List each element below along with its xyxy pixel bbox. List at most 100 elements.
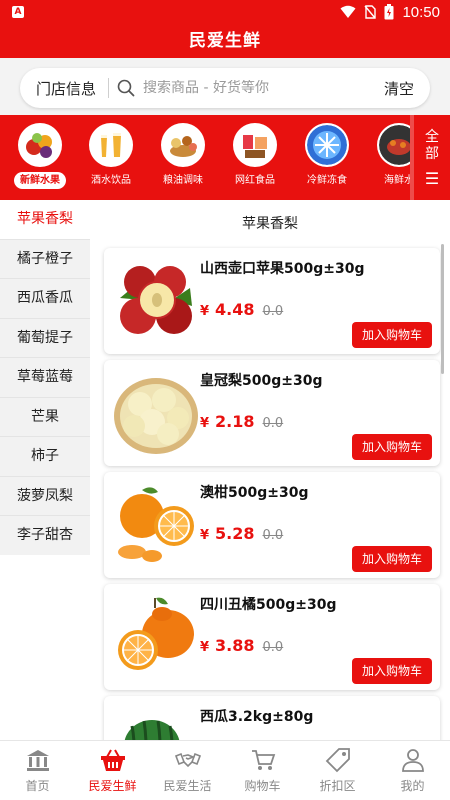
category-fresh-fruit[interactable]: 新鲜水果 <box>5 123 75 195</box>
product-name: 皇冠梨500g±30g <box>200 373 323 389</box>
currency-symbol: ¥ <box>200 416 210 431</box>
category-frozen[interactable]: 冷鲜冻食 <box>292 123 362 195</box>
category-bar: 新鲜水果 酒水饮品 粮油调味 网红食品 冷鲜冻食 海鲜水 全部 ☰ <box>0 115 450 200</box>
page-title: 民爱生鲜 <box>0 24 450 58</box>
product-name: 山西壶口苹果500g±30g <box>200 261 365 277</box>
product-price: ¥5.28 0.0 <box>200 524 283 543</box>
tag-icon <box>325 748 350 773</box>
status-icons: 10:50 <box>340 3 440 21</box>
status-time: 10:50 <box>402 3 440 21</box>
price-value: 2.18 <box>215 412 255 431</box>
category-label: 网红食品 <box>235 175 275 186</box>
product-card[interactable]: 四川丑橘500g±30g ¥3.88 0.0 加入购物车 <box>104 584 440 690</box>
app-notification-icon: A <box>12 6 24 18</box>
add-to-cart-button[interactable]: 加入购物车 <box>352 434 432 460</box>
store-info-button[interactable]: 门店信息 <box>20 78 108 99</box>
product-name: 四川丑橘500g±30g <box>200 597 337 613</box>
price-value: 4.48 <box>215 300 255 319</box>
sidebar-item-plum-apricot[interactable]: 李子甜杏 <box>0 516 90 556</box>
sidebar-item-grape[interactable]: 葡萄提子 <box>0 318 90 358</box>
product-card[interactable]: 皇冠梨500g±30g ¥2.18 0.0 加入购物车 <box>104 360 440 466</box>
nav-fresh[interactable]: 民爱生鲜 <box>75 741 150 800</box>
product-list: 苹果香梨 山西壶口苹果500g±30g ¥4.48 0.0 加入购物车 皇冠梨50… <box>90 200 450 740</box>
price-value: 5.28 <box>215 524 255 543</box>
category-label: 冷鲜冻食 <box>307 175 347 186</box>
pear-image <box>112 370 200 456</box>
search-section: 门店信息 清空 <box>0 58 450 115</box>
currency-symbol: ¥ <box>200 640 210 655</box>
original-price: 0.0 <box>262 528 284 543</box>
product-card[interactable]: 澳柑500g±30g ¥5.28 0.0 加入购物车 <box>104 472 440 578</box>
beer-icon <box>89 123 133 167</box>
nav-label: 我的 <box>400 779 425 793</box>
nav-label: 首页 <box>25 779 50 793</box>
tangerine-image <box>112 594 200 680</box>
product-name: 澳柑500g±30g <box>200 485 309 501</box>
original-price: 0.0 <box>262 640 284 655</box>
bottom-nav: 首页 民爱生鲜 民爱生活 购物车 折扣区 我的 <box>0 740 450 800</box>
category-snacks[interactable]: 网红食品 <box>220 123 290 195</box>
clear-button[interactable]: 清空 <box>384 78 430 99</box>
status-bar: A 10:50 <box>0 0 450 24</box>
all-categories-label: 全部 <box>425 129 439 162</box>
sidebar-item-persimmon[interactable]: 柿子 <box>0 437 90 477</box>
menu-icon: ☰ <box>424 169 440 188</box>
product-card[interactable]: 西瓜3.2kg±80g <box>104 696 440 740</box>
product-price: ¥2.18 0.0 <box>200 412 283 431</box>
category-label: 新鲜水果 <box>14 172 66 189</box>
sidebar-blank-area <box>0 555 90 740</box>
subcategory-sidebar: 苹果香梨 橘子橙子 西瓜香瓜 葡萄提子 草莓蓝莓 芒果 柿子 菠萝凤梨 李子甜杏 <box>0 200 90 556</box>
divider <box>108 78 109 98</box>
add-to-cart-button[interactable]: 加入购物车 <box>352 658 432 684</box>
search-bar: 门店信息 清空 <box>20 68 430 108</box>
user-icon <box>401 749 424 772</box>
nav-mine[interactable]: 我的 <box>375 741 450 800</box>
search-input[interactable] <box>143 80 384 96</box>
sidebar-item-mango[interactable]: 芒果 <box>0 397 90 437</box>
grain-oil-icon <box>161 123 205 167</box>
no-sim-icon <box>364 5 377 19</box>
currency-symbol: ¥ <box>200 528 210 543</box>
nav-discount[interactable]: 折扣区 <box>300 741 375 800</box>
cart-icon <box>251 750 275 770</box>
product-price: ¥4.48 0.0 <box>200 300 283 319</box>
category-grain-oil[interactable]: 粮油调味 <box>148 123 218 195</box>
sidebar-item-berry[interactable]: 草莓蓝莓 <box>0 358 90 398</box>
category-label: 粮油调味 <box>163 175 203 186</box>
original-price: 0.0 <box>262 416 284 431</box>
section-title: 苹果香梨 <box>242 216 298 232</box>
wifi-icon <box>340 5 356 18</box>
snack-icon <box>233 123 277 167</box>
watermelon-image <box>112 706 200 740</box>
scrollbar[interactable] <box>441 244 444 374</box>
nav-label: 折扣区 <box>319 779 356 793</box>
category-drinks[interactable]: 酒水饮品 <box>76 123 146 195</box>
all-categories-button[interactable]: 全部 ☰ <box>410 115 450 200</box>
handshake-icon <box>174 752 201 768</box>
product-card[interactable]: 山西壶口苹果500g±30g ¥4.48 0.0 加入购物车 <box>104 248 440 354</box>
product-name: 西瓜3.2kg±80g <box>200 709 314 725</box>
add-to-cart-button[interactable]: 加入购物车 <box>352 322 432 348</box>
fruit-basket-icon <box>18 123 62 167</box>
nav-label: 民爱生鲜 <box>88 779 137 793</box>
add-to-cart-button[interactable]: 加入购物车 <box>352 546 432 572</box>
bank-icon <box>26 750 49 771</box>
nav-label: 民爱生活 <box>163 779 212 793</box>
nav-label: 购物车 <box>244 779 281 793</box>
product-price: ¥3.88 0.0 <box>200 636 283 655</box>
search-icon <box>117 79 135 97</box>
sidebar-item-apple-pear[interactable]: 苹果香梨 <box>0 200 90 240</box>
nav-home[interactable]: 首页 <box>0 741 75 800</box>
price-value: 3.88 <box>215 636 255 655</box>
nav-cart[interactable]: 购物车 <box>225 741 300 800</box>
nav-life[interactable]: 民爱生活 <box>150 741 225 800</box>
category-label: 酒水饮品 <box>91 175 131 186</box>
sidebar-item-orange[interactable]: 橘子橙子 <box>0 239 90 279</box>
frozen-food-icon <box>305 123 349 167</box>
apple-image <box>112 258 200 344</box>
orange-image <box>112 482 200 568</box>
sidebar-item-pineapple[interactable]: 菠萝凤梨 <box>0 476 90 516</box>
sidebar-item-melon[interactable]: 西瓜香瓜 <box>0 279 90 319</box>
battery-charging-icon <box>384 4 394 20</box>
currency-symbol: ¥ <box>200 304 210 319</box>
